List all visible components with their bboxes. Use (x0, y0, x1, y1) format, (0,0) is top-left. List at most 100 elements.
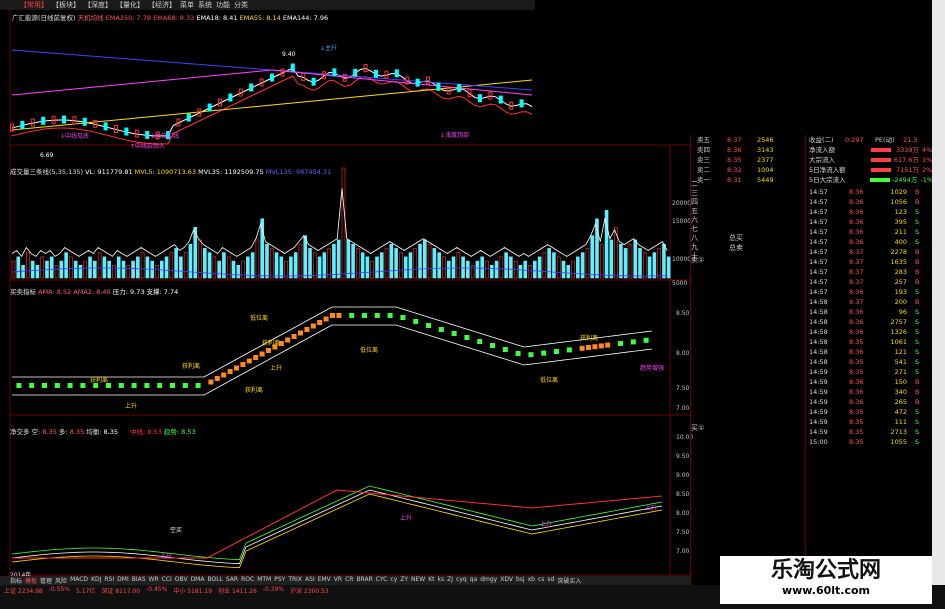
chart-area[interactable]: 广汇能源(日线前复权) 天机均线 EMA250: 7.78 EMA68: 8.3… (0, 10, 693, 580)
indicator-tab[interactable]: NEW (411, 576, 425, 585)
trend-label: 上升 (540, 520, 552, 528)
tick-row[interactable]: 14:57 8.36 1056 B (809, 197, 933, 207)
indicator-tab[interactable]: qa (470, 576, 478, 585)
tick-row[interactable]: 15:00 8.35 1055 S (809, 437, 933, 447)
indicator-tab[interactable]: WR (149, 576, 159, 585)
tick-price: 8.35 (849, 428, 864, 436)
tick-row[interactable]: 14:57 8.36 123 S (809, 207, 933, 217)
indicator-tab[interactable]: BIAS (132, 576, 146, 585)
tick-row[interactable]: 14:58 8.36 96 S (809, 307, 933, 317)
tick-volume: 193 (894, 288, 907, 296)
volume-bar (437, 252, 441, 279)
tick-row[interactable]: 14:58 8.36 1326 S (809, 327, 933, 337)
indicator-tab[interactable]: ks (438, 576, 445, 585)
tick-flag: S (915, 368, 920, 376)
indicator-tab[interactable]: PSY (274, 576, 285, 585)
menu-system[interactable]: 系统 (198, 0, 212, 10)
indicator-tab[interactable]: 模板 (25, 576, 37, 585)
right-scrollbar[interactable] (932, 0, 945, 609)
indicator-tab[interactable]: cs (538, 576, 544, 585)
tick-row[interactable]: 14:58 8.36 2757 S (809, 317, 933, 327)
menu-sector[interactable]: 【板块】 (52, 0, 80, 10)
indicator-tab[interactable]: XDV (500, 576, 513, 585)
trend-label: 上升 (645, 504, 657, 512)
side-label: 六 (691, 216, 698, 224)
tick-row[interactable]: 14:57 8.36 395 S (809, 217, 933, 227)
volume-bar (623, 248, 628, 279)
depth-row[interactable]: 卖一 8.31 5449 (697, 175, 774, 185)
tick-row[interactable]: 14:58 8.37 200 B (809, 297, 933, 307)
tick-rows[interactable]: 14:57 8.36 1029 B 14:57 8.36 1056 B 14:57 8.36 123… (806, 187, 933, 447)
indicator-tab[interactable]: dmgy (480, 576, 497, 585)
depth-row[interactable]: 卖二 8.32 1004 (697, 165, 774, 175)
indicator-tab[interactable]: ASI (305, 576, 315, 585)
indicator-tab[interactable]: 管理 (40, 576, 52, 585)
tick-row[interactable]: 14:59 8.36 150 B (809, 377, 933, 387)
indicator-tab[interactable]: BOLL (207, 576, 222, 585)
indicator-tab[interactable]: bsj (516, 576, 525, 585)
indicator-tab[interactable]: BRAR (356, 576, 372, 585)
menu-function[interactable]: 功能 (216, 0, 230, 10)
indicator-tab[interactable]: TRIX (288, 576, 302, 585)
indicator-tab[interactable]: 突破买入 (557, 576, 581, 585)
indicator-tab[interactable]: DMA (191, 576, 205, 585)
depth-row[interactable]: 卖四 8.36 3143 (697, 145, 774, 155)
indicator-tab[interactable]: ZY (400, 576, 408, 585)
indicator-tab[interactable]: EMV (318, 576, 331, 585)
menu-depth[interactable]: 【深度】 (84, 0, 112, 10)
tick-row[interactable]: 14:57 8.36 193 S (809, 287, 933, 297)
depth-row[interactable]: 卖五 8.37 2546 (697, 135, 774, 145)
candle (509, 101, 514, 110)
indicator-tab[interactable]: CR (345, 576, 353, 585)
menu-menu[interactable]: 菜单 (180, 0, 194, 10)
indicator-tab[interactable]: cyq (456, 576, 467, 585)
indicator-tab[interactable]: OBV (175, 576, 188, 585)
tick-volume: 472 (894, 408, 907, 416)
tick-row[interactable]: 14:58 8.35 541 S (809, 357, 933, 367)
flow-bar (871, 168, 891, 172)
tick-row[interactable]: 14:57 8.36 211 S (809, 227, 933, 237)
tick-price: 8.36 (849, 328, 864, 336)
menu-economy[interactable]: 【经济】 (148, 0, 176, 10)
tick-time: 14:59 (809, 418, 828, 426)
indicator-tab[interactable]: Kt (428, 576, 434, 585)
tick-row[interactable]: 14:59 8.35 111 S (809, 417, 933, 427)
tick-row[interactable]: 14:59 8.35 472 S (809, 407, 933, 417)
indicator-tab[interactable]: SAR (226, 576, 238, 585)
tick-row[interactable]: 14:59 8.36 340 B (809, 387, 933, 397)
tick-row[interactable]: 14:57 8.37 283 B (809, 267, 933, 277)
indicator-tab[interactable]: CYC (376, 576, 388, 585)
tick-row[interactable]: 14:57 8.37 1635 B (809, 257, 933, 267)
indicator-tab[interactable]: sd (547, 576, 554, 585)
tick-row[interactable]: 14:57 8.36 1029 B (809, 187, 933, 197)
buysell-block (400, 315, 406, 320)
indicator-tab[interactable]: 风险 (55, 576, 67, 585)
indicator-tab[interactable]: DMI (117, 576, 129, 585)
tick-row[interactable]: 14:58 8.35 1061 S (809, 337, 933, 347)
total-buy-label[interactable]: 总买 (729, 233, 743, 243)
tick-row[interactable]: 14:59 8.35 271 S (809, 367, 933, 377)
tick-row[interactable]: 14:57 8.36 400 S (809, 237, 933, 247)
indicator-tab[interactable]: 指标 (10, 576, 22, 585)
tick-row[interactable]: 14:57 8.37 257 B (809, 277, 933, 287)
indicator-tab[interactable]: xb (528, 576, 535, 585)
indicator-tab[interactable]: RSI (104, 576, 114, 585)
indicator-tab[interactable]: VR (334, 576, 342, 585)
indicator-tab[interactable]: KDJ (91, 576, 101, 585)
indicator-tab[interactable]: ZJ (447, 576, 453, 585)
tick-row[interactable]: 14:57 8.37 2278 B (809, 247, 933, 257)
indicator-tab[interactable]: MACD (70, 576, 88, 585)
total-sell-label[interactable]: 总卖 (729, 243, 743, 253)
indicator-tab[interactable]: MTM (257, 576, 271, 585)
indicator-tab[interactable]: cy (390, 576, 397, 585)
buysell-block (42, 383, 47, 388)
menu-quant[interactable]: 【量化】 (116, 0, 144, 10)
indicator-tab[interactable]: CCI (162, 576, 172, 585)
tick-row[interactable]: 14:58 8.36 121 S (809, 347, 933, 357)
tick-row[interactable]: 14:59 8.36 265 B (809, 397, 933, 407)
menu-category[interactable]: 分类 (234, 0, 248, 10)
tick-row[interactable]: 14:59 8.35 2713 S (809, 427, 933, 437)
menu-common[interactable]: 【常用】 (20, 0, 48, 10)
indicator-tab[interactable]: ROC (241, 576, 254, 585)
depth-row[interactable]: 卖三 8.35 2377 (697, 155, 774, 165)
